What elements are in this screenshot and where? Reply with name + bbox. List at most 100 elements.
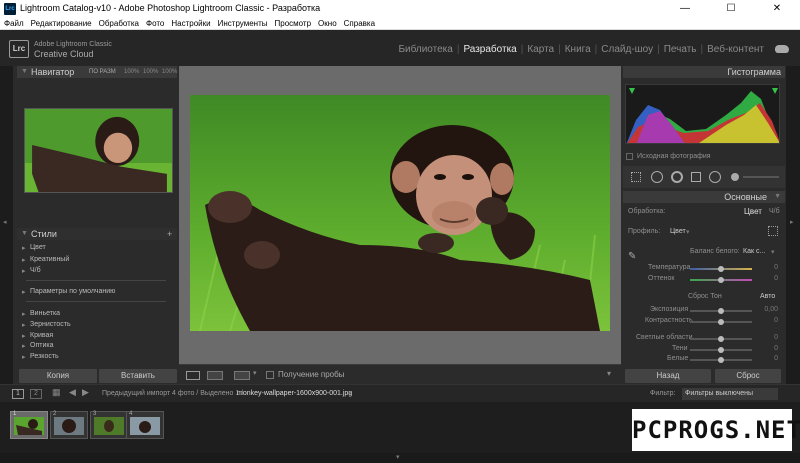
whites-knob[interactable] [718, 357, 724, 363]
filter-select[interactable]: Фильтры выключены [682, 388, 778, 400]
soft-proof-checkbox[interactable] [266, 371, 274, 379]
module-slideshow[interactable]: Слайд-шоу [597, 44, 657, 55]
module-map[interactable]: Карта [523, 44, 558, 55]
minimize-button[interactable]: — [662, 0, 708, 18]
module-print[interactable]: Печать [660, 44, 701, 55]
navigator-header[interactable]: ▼ Навигатор ПО РАЗМ 100% 100% 100% [17, 66, 177, 78]
style-group-curve[interactable]: Кривая [22, 332, 53, 340]
toolbar-menu-icon[interactable]: ▾ [607, 369, 611, 378]
menu-edit[interactable]: Редактирование [31, 19, 92, 28]
main-window-button[interactable]: 1 [12, 389, 24, 399]
wb-value[interactable]: Как с... [743, 248, 765, 255]
graduated-filter-icon[interactable] [691, 172, 701, 182]
bottom-panel-edge[interactable]: ▾ [0, 453, 800, 463]
filmstrip-thumb[interactable]: 3 [90, 411, 128, 439]
filmstrip-thumb[interactable]: 4 [126, 411, 164, 439]
contrast-value[interactable]: 0 [760, 317, 778, 324]
adjustment-brush-icon[interactable] [731, 173, 739, 181]
right-panel-edge[interactable]: ▸ [786, 66, 800, 384]
close-button[interactable]: ✕ [754, 0, 800, 18]
reset-button[interactable]: Сброс [715, 369, 781, 383]
menu-view[interactable]: Просмотр [275, 19, 312, 28]
collapse-left-icon[interactable]: ◂ [3, 218, 7, 226]
highlights-value[interactable]: 0 [760, 334, 778, 341]
zoom-100-b[interactable]: 100% [143, 66, 158, 78]
dropdown-arrow-icon[interactable]: ▾ [253, 369, 257, 377]
crop-tool-icon[interactable] [631, 172, 641, 182]
highlights-knob[interactable] [718, 336, 724, 342]
basic-header[interactable]: Основные ▼ [623, 191, 785, 203]
brush-slider[interactable] [743, 176, 779, 178]
wb-dropdown-icon[interactable]: ▾ [771, 248, 775, 256]
contrast-knob[interactable] [718, 319, 724, 325]
menu-tools[interactable]: Инструменты [218, 19, 268, 28]
original-photo-checkbox[interactable] [626, 153, 633, 160]
left-panel-edge[interactable]: ◂ [0, 66, 13, 384]
radial-filter-icon[interactable] [709, 171, 721, 183]
style-group-color[interactable]: Цвет [22, 244, 46, 252]
cloud-icon[interactable] [775, 45, 789, 53]
whites-value[interactable]: 0 [760, 355, 778, 362]
profile-value[interactable]: Цвет [670, 228, 686, 235]
filename-label[interactable]: monkey-wallpaper-1600x900-001.jpg [237, 390, 352, 397]
style-group-sharpening[interactable]: Резкость [22, 353, 59, 361]
before-after-icon[interactable] [207, 371, 223, 380]
maximize-button[interactable]: ☐ [708, 0, 754, 18]
tint-knob[interactable] [718, 277, 724, 283]
forward-arrow-icon[interactable]: ▶ [82, 387, 89, 398]
collapse-bottom-icon[interactable]: ▾ [396, 453, 400, 461]
collapse-right-icon[interactable]: ▸ [790, 218, 794, 226]
menu-develop[interactable]: Обработка [99, 19, 139, 28]
copy-button[interactable]: Копия [19, 369, 97, 383]
filmstrip-thumb[interactable]: 2 [50, 411, 88, 439]
profile-dropdown-icon[interactable]: ▾ [686, 228, 690, 236]
second-window-button[interactable]: 2 [30, 389, 42, 399]
histogram[interactable] [625, 84, 780, 144]
temperature-knob[interactable] [718, 266, 724, 272]
back-arrow-icon[interactable]: ◀ [69, 387, 76, 398]
grid-view-icon[interactable]: ▦ [52, 387, 62, 399]
exposure-value[interactable]: 0,00 [758, 306, 778, 313]
module-book[interactable]: Книга [561, 44, 595, 55]
style-group-bw[interactable]: Ч/б [22, 267, 40, 275]
menu-photo[interactable]: Фото [146, 19, 164, 28]
red-eye-icon[interactable] [671, 171, 683, 183]
style-group-defaults[interactable]: Параметры по умолчанию [22, 288, 115, 296]
menu-settings[interactable]: Настройки [171, 19, 210, 28]
navigator-preview[interactable] [24, 108, 173, 193]
filename-dropdown-icon[interactable]: ▾ [348, 389, 352, 397]
style-group-vignette[interactable]: Виньетка [22, 310, 60, 318]
eyedropper-icon[interactable]: ✎ [628, 251, 640, 263]
style-group-grain[interactable]: Зернистость [22, 321, 71, 329]
spot-removal-icon[interactable] [651, 171, 663, 183]
menu-window[interactable]: Окно [318, 19, 337, 28]
temperature-value[interactable]: 0 [760, 264, 778, 271]
before-after-split-icon[interactable] [234, 371, 250, 380]
style-group-creative[interactable]: Креативный [22, 256, 69, 264]
module-library[interactable]: Библиотека [394, 44, 456, 55]
filmstrip-thumb[interactable]: 1 [10, 411, 48, 439]
tint-value[interactable]: 0 [760, 275, 778, 282]
treatment-color[interactable]: Цвет [744, 207, 762, 216]
module-develop[interactable]: Разработка [459, 44, 520, 55]
treatment-bw[interactable]: Ч/б [769, 208, 780, 215]
profile-browser-icon[interactable] [768, 226, 778, 236]
zoom-100-c[interactable]: 100% [162, 66, 177, 78]
style-group-optics[interactable]: Оптика [22, 342, 54, 350]
module-web[interactable]: Веб-контент [703, 44, 768, 55]
zoom-100[interactable]: 100% [124, 66, 139, 78]
histogram-header[interactable]: Гистограмма [623, 66, 785, 78]
zoom-fit[interactable]: ПО РАЗМ [89, 66, 116, 78]
menu-file[interactable]: Файл [4, 19, 24, 28]
menu-help[interactable]: Справка [344, 19, 375, 28]
exposure-knob[interactable] [718, 308, 724, 314]
previous-button[interactable]: Назад [625, 369, 711, 383]
source-label[interactable]: Предыдущий импорт [102, 390, 170, 397]
paste-button[interactable]: Вставить [99, 369, 177, 383]
loupe-view-icon[interactable] [186, 371, 200, 380]
styles-header[interactable]: ▼ Стили + [17, 228, 177, 240]
auto-tone-button[interactable]: Авто [760, 293, 775, 300]
main-photo[interactable] [190, 95, 610, 331]
add-style-icon[interactable]: + [167, 228, 172, 240]
shadows-value[interactable]: 0 [760, 345, 778, 352]
